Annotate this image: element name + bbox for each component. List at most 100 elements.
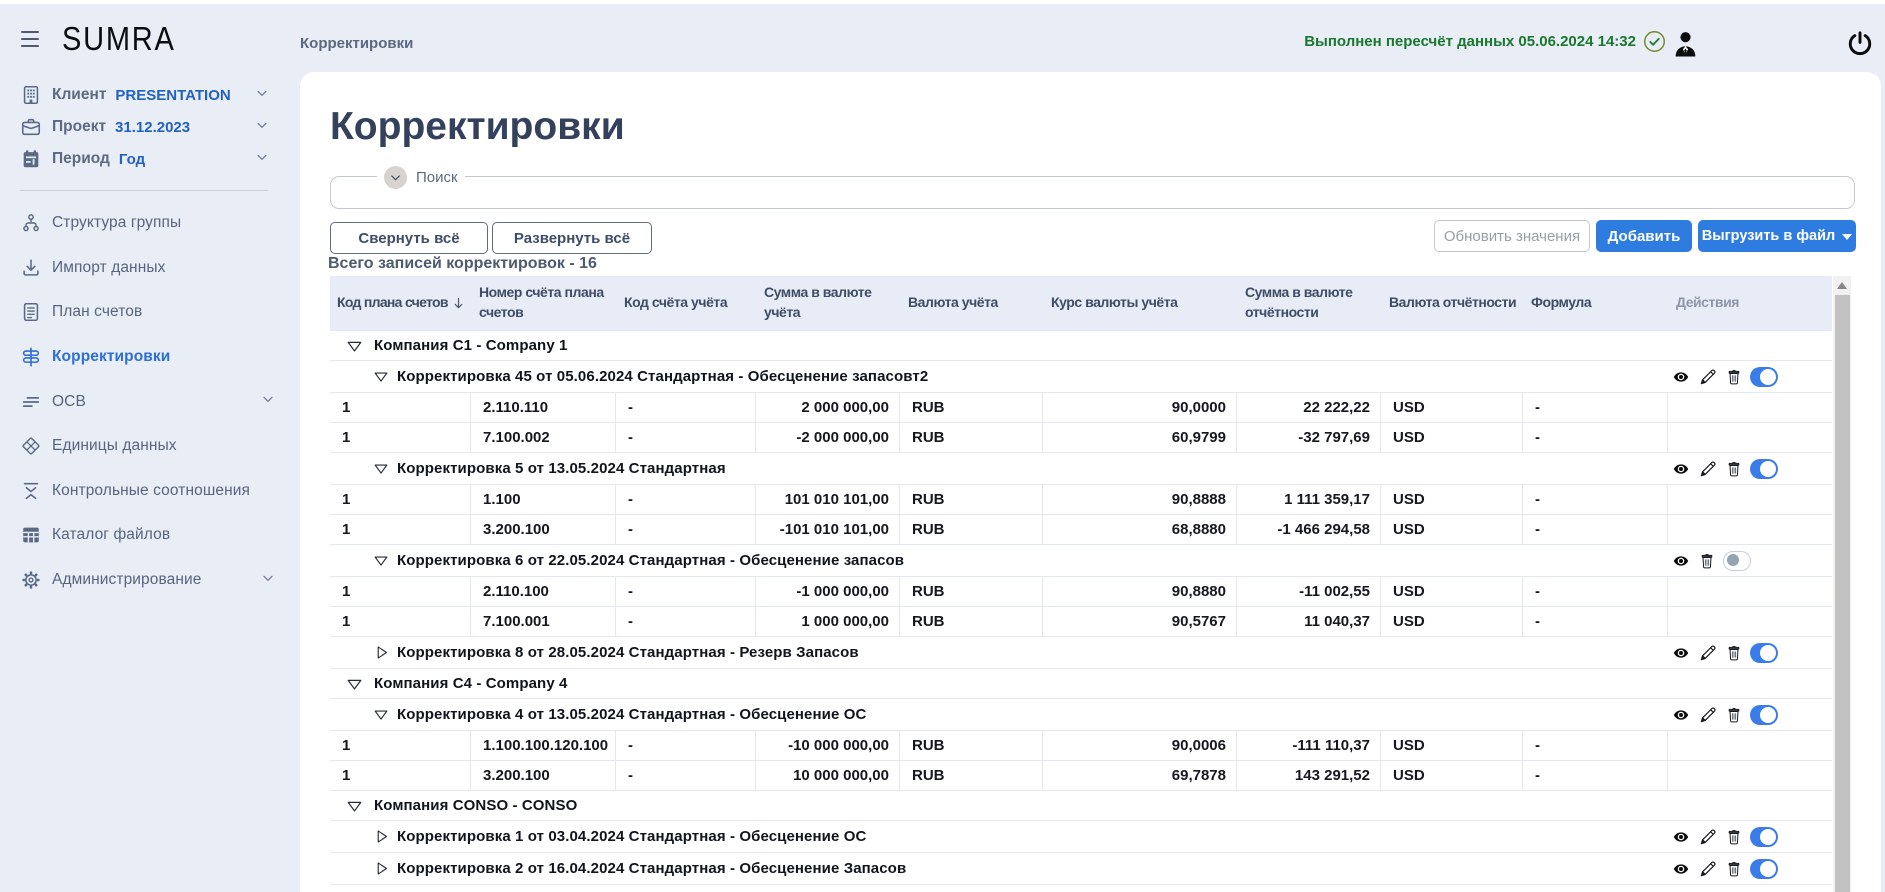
table-cell: - <box>615 393 755 422</box>
adjustment-row[interactable]: Корректировка 4 от 13.05.2024 Стандартна… <box>330 699 1832 731</box>
table-cell: 2.110.100 <box>470 577 615 606</box>
trash-icon[interactable] <box>1726 860 1742 878</box>
sidebar-item-4[interactable]: Корректировки <box>0 335 300 380</box>
column-header-label: Номер счёта плана счетов <box>479 283 610 322</box>
eye-icon <box>1671 553 1691 569</box>
triangle-down-icon <box>374 462 388 475</box>
sidebar-item-5[interactable]: ОСВ <box>0 379 300 424</box>
trash-icon[interactable] <box>1726 368 1742 386</box>
pencil-icon[interactable] <box>1699 859 1718 878</box>
context-value: Год <box>119 151 145 168</box>
table-cell: -11 002,55 <box>1236 577 1380 606</box>
triangle-right-icon[interactable] <box>374 830 388 843</box>
enabled-toggle[interactable] <box>1750 643 1778 663</box>
table-cell: - <box>615 485 755 514</box>
triangle-right-icon[interactable] <box>374 862 388 875</box>
triangle-right-icon[interactable] <box>374 646 388 659</box>
search-text-input[interactable] <box>341 179 1844 206</box>
sidebar-item-6[interactable]: Единицы данных <box>0 424 300 469</box>
export-to-file-button[interactable]: Выгрузить в файл <box>1698 220 1856 252</box>
triangle-down-icon[interactable] <box>374 370 388 383</box>
trash-icon <box>1726 860 1742 878</box>
pencil-icon[interactable] <box>1699 705 1718 724</box>
compress-icon <box>20 480 42 502</box>
sidebar-item-label: Каталог файлов <box>52 526 170 544</box>
company-group-row[interactable]: Компания CONSO - CONSO <box>330 791 1832 821</box>
enabled-toggle[interactable] <box>1750 705 1778 725</box>
adjustment-row[interactable]: Корректировка 2 от 16.04.2024 Стандартна… <box>330 853 1832 885</box>
collapse-all-button[interactable]: Свернуть всё <box>330 222 488 254</box>
pencil-icon[interactable] <box>1699 827 1718 846</box>
table-cell: 1.100.100.120.100 <box>470 731 615 760</box>
eye-icon[interactable] <box>1671 461 1691 477</box>
company-group-row[interactable]: Компания C1 - Company 1 <box>330 331 1832 361</box>
search-input[interactable]: Поиск <box>330 176 1855 209</box>
sidebar-context-client[interactable]: КлиентPRESENTATION <box>0 79 300 111</box>
eye-icon[interactable] <box>1671 707 1691 723</box>
table-cell: 1 000 000,00 <box>755 607 899 636</box>
table-cell: USD <box>1380 577 1522 606</box>
trash-icon[interactable] <box>1726 644 1742 662</box>
context-label: Клиент <box>52 86 106 104</box>
table-cell: - <box>615 423 755 452</box>
sidebar-item-8[interactable]: Каталог файлов <box>0 513 300 558</box>
chevron-down-icon <box>260 570 276 586</box>
triangle-down-icon[interactable] <box>374 554 388 567</box>
table-cell: 7.100.001 <box>470 607 615 636</box>
adjustment-row[interactable]: Корректировка 1 от 03.04.2024 Стандартна… <box>330 821 1832 853</box>
scrollbar-up-button[interactable] <box>1833 276 1851 295</box>
enabled-toggle[interactable] <box>1750 827 1778 847</box>
enabled-toggle[interactable] <box>1750 859 1778 879</box>
triangle-down-icon[interactable] <box>374 462 388 475</box>
trash-icon[interactable] <box>1726 706 1742 724</box>
user-icon[interactable] <box>1674 31 1697 57</box>
trash-icon[interactable] <box>1699 552 1715 570</box>
adjustment-row[interactable]: Корректировка 6 от 22.05.2024 Стандартна… <box>330 545 1832 577</box>
trash-icon[interactable] <box>1726 460 1742 478</box>
pencil-icon[interactable] <box>1699 459 1718 478</box>
enabled-toggle[interactable] <box>1723 551 1751 571</box>
enabled-toggle[interactable] <box>1750 367 1778 387</box>
trash-icon <box>1726 644 1742 662</box>
table-cell: 1 <box>330 607 470 636</box>
scrollbar-thumb[interactable] <box>1835 295 1850 892</box>
sidebar-item-3[interactable]: План счетов <box>0 290 300 335</box>
sidebar-context-project[interactable]: Проект31.12.2023 <box>0 111 300 143</box>
triangle-down-icon[interactable] <box>347 677 362 691</box>
sidebar-item-7[interactable]: Контрольные соотношения <box>0 469 300 514</box>
triangle-down-icon[interactable] <box>347 339 362 353</box>
company-group-row[interactable]: Компания C4 - Company 4 <box>330 669 1832 699</box>
expand-all-button[interactable]: Развернуть всё <box>492 222 652 254</box>
refresh-values-button[interactable]: Обновить значения <box>1434 220 1590 252</box>
pencil-icon <box>1699 859 1718 878</box>
adjustment-actions <box>1671 859 1832 879</box>
enabled-toggle[interactable] <box>1750 459 1778 479</box>
eye-icon[interactable] <box>1671 553 1691 569</box>
pencil-icon[interactable] <box>1699 367 1718 386</box>
eye-icon[interactable] <box>1671 829 1691 845</box>
triangle-down-icon[interactable] <box>374 708 388 721</box>
vertical-scrollbar[interactable] <box>1833 276 1851 892</box>
adjustment-row[interactable]: Корректировка 5 от 13.05.2024 Стандартна… <box>330 453 1832 485</box>
diamond-icon <box>20 435 42 457</box>
triangle-down-icon[interactable] <box>347 799 362 813</box>
eye-icon[interactable] <box>1671 369 1691 385</box>
gear-icon <box>20 569 42 591</box>
trash-icon[interactable] <box>1726 828 1742 846</box>
eye-icon[interactable] <box>1671 645 1691 661</box>
pencil-icon[interactable] <box>1699 643 1718 662</box>
table-cell: 69,7878 <box>1042 761 1236 790</box>
table-row: 13.200.100-10 000 000,00RUB69,7878143 29… <box>330 761 1832 791</box>
add-button[interactable]: Добавить <box>1596 220 1692 252</box>
power-icon[interactable] <box>1847 30 1873 56</box>
menu-icon[interactable] <box>21 31 39 48</box>
sidebar-context-period[interactable]: ПериодГод <box>0 143 300 175</box>
adjustment-row[interactable]: Корректировка 8 от 28.05.2024 Стандартна… <box>330 637 1832 669</box>
sidebar-item-2[interactable]: Импорт данных <box>0 246 300 291</box>
adjustment-row[interactable]: Корректировка 45 от 05.06.2024 Стандартн… <box>330 361 1832 393</box>
sidebar-item-1[interactable]: Структура группы <box>0 201 300 246</box>
eye-icon[interactable] <box>1671 861 1691 877</box>
sidebar-item-9[interactable]: Администрирование <box>0 558 300 603</box>
sort-descending-icon[interactable] <box>451 296 466 311</box>
column-header: Сумма в валюте отчётности <box>1236 276 1380 330</box>
